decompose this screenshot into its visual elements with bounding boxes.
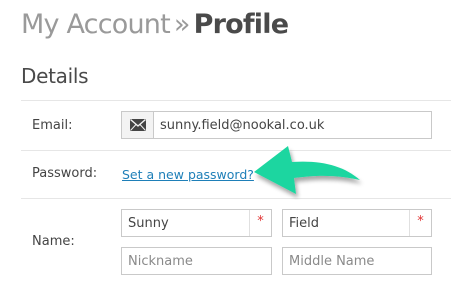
required-marker: * bbox=[409, 210, 431, 236]
first-name-value: Sunny bbox=[128, 215, 169, 231]
set-new-password-link[interactable]: Set a new password? bbox=[122, 167, 254, 182]
middle-name-field[interactable]: Middle Name bbox=[282, 247, 432, 275]
last-name-value: Field bbox=[289, 215, 320, 231]
email-value: sunny.field@nookal.co.uk bbox=[160, 117, 325, 133]
last-name-field[interactable]: Field * bbox=[282, 209, 432, 237]
divider bbox=[21, 198, 451, 199]
nickname-placeholder: Nickname bbox=[128, 253, 193, 269]
divider bbox=[21, 100, 451, 101]
page-title: Profile bbox=[193, 9, 289, 40]
middle-name-placeholder: Middle Name bbox=[289, 253, 375, 269]
email-field[interactable]: sunny.field@nookal.co.uk bbox=[121, 111, 432, 139]
breadcrumb-parent[interactable]: My Account bbox=[21, 9, 171, 40]
required-marker: * bbox=[249, 210, 271, 236]
breadcrumb-separator: » bbox=[173, 9, 191, 40]
name-label: Name: bbox=[32, 234, 75, 249]
divider bbox=[21, 150, 451, 151]
password-label: Password: bbox=[32, 166, 98, 181]
arrow-icon bbox=[254, 146, 360, 194]
nickname-field[interactable]: Nickname bbox=[121, 247, 272, 275]
breadcrumb: My Account» Profile bbox=[21, 6, 289, 44]
first-name-field[interactable]: Sunny * bbox=[121, 209, 272, 237]
email-label: Email: bbox=[32, 118, 73, 133]
section-title: Details bbox=[21, 64, 89, 88]
envelope-icon bbox=[122, 112, 154, 138]
